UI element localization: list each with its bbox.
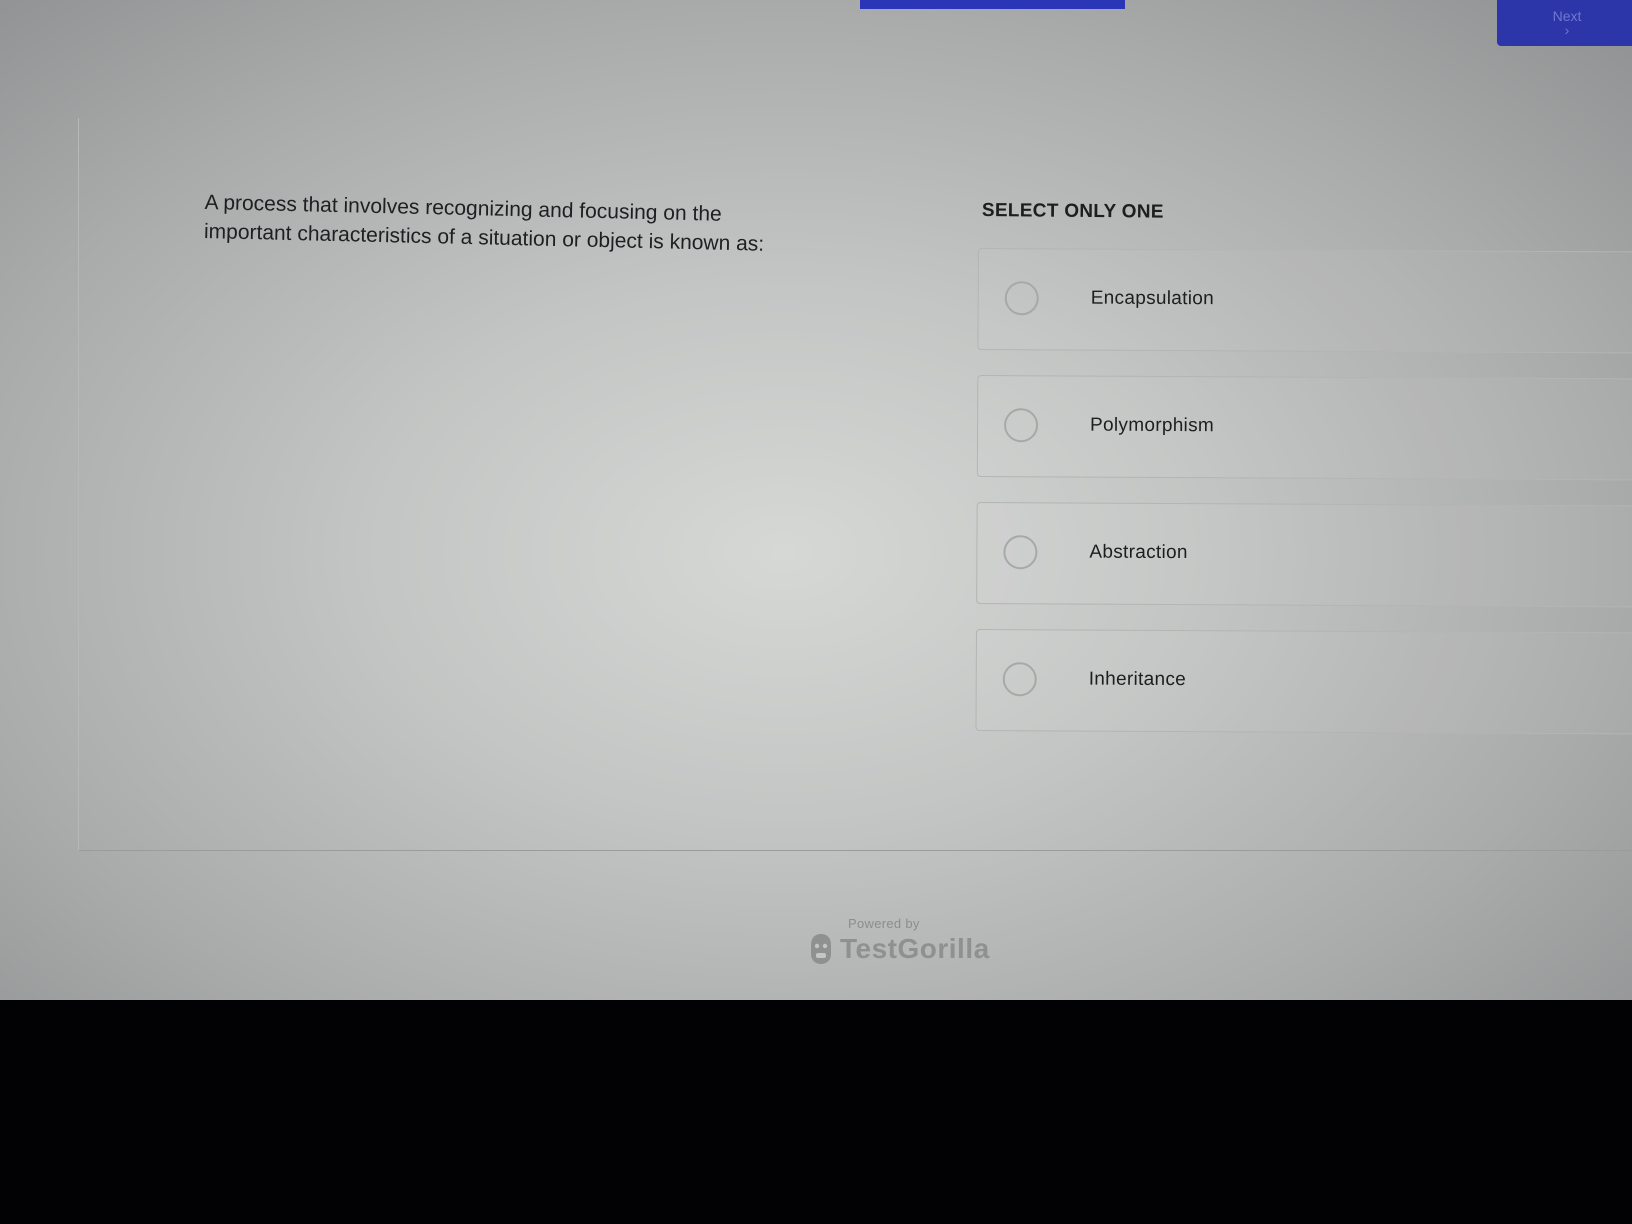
brand-name: TestGorilla <box>840 933 990 964</box>
progress-bar <box>0 0 1632 9</box>
chevron-down-icon: › <box>1564 22 1570 38</box>
monitor-bezel <box>0 1000 1632 1224</box>
option-abstraction[interactable]: Abstraction <box>976 501 1632 608</box>
radio-button[interactable] <box>1004 281 1039 316</box>
answer-options: Encapsulation Polymorphism Abstraction I… <box>975 248 1632 760</box>
option-inheritance[interactable]: Inheritance <box>975 628 1632 735</box>
powered-by-text: Powered by <box>848 916 920 931</box>
brand-logo[interactable]: TestGorilla <box>808 932 990 966</box>
option-label: Polymorphism <box>1090 414 1215 437</box>
next-button[interactable]: Next › <box>1497 0 1632 46</box>
progress-fill <box>860 0 1125 9</box>
option-label: Abstraction <box>1089 541 1188 564</box>
option-label: Encapsulation <box>1090 287 1215 310</box>
radio-button[interactable] <box>1003 408 1039 443</box>
select-instruction: SELECT ONLY ONE <box>981 200 1164 223</box>
option-label: Inheritance <box>1088 668 1187 691</box>
option-polymorphism[interactable]: Polymorphism <box>976 374 1632 481</box>
radio-button[interactable] <box>1002 662 1037 697</box>
gorilla-icon <box>811 934 831 964</box>
test-screen: Next › A process that involves recognizi… <box>0 0 1632 1005</box>
radio-button[interactable] <box>1003 535 1038 570</box>
option-encapsulation[interactable]: Encapsulation <box>977 248 1632 354</box>
next-button-label: Next <box>1552 8 1582 24</box>
